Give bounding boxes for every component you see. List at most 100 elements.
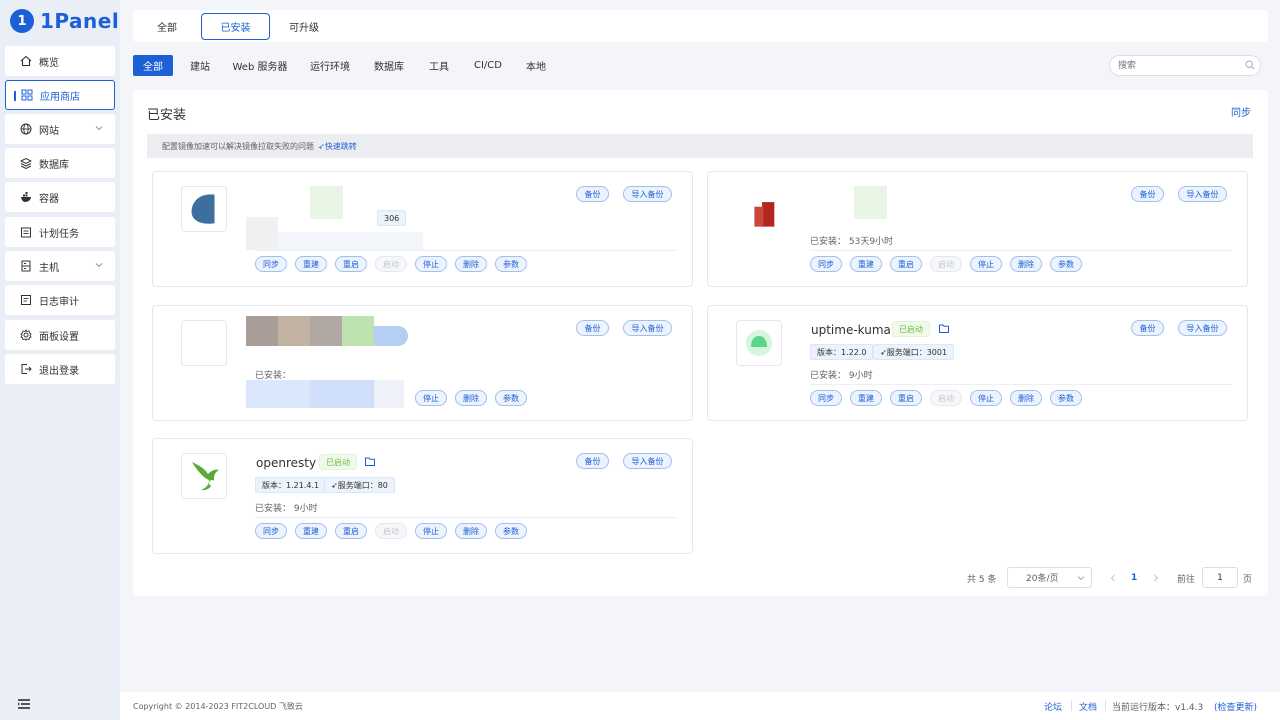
installed-time: 已安装： 53天9小时: [810, 237, 894, 247]
docs-link[interactable]: 文档: [1079, 700, 1097, 713]
card-divider: [810, 384, 1232, 385]
page-size-select[interactable]: 20条/页: [1007, 567, 1092, 588]
quick-jump-link[interactable]: ➶快速跳转: [318, 141, 357, 152]
status-badge: 已启动: [892, 321, 930, 337]
restart-button[interactable]: 重启: [890, 390, 922, 406]
sync-action-button[interactable]: 同步: [255, 523, 287, 539]
sidebar-item-database[interactable]: 数据库: [5, 148, 115, 178]
app-icon: [181, 320, 227, 366]
logo[interactable]: 1Panel: [10, 8, 119, 34]
copyright: Copyright © 2014-2023 FIT2CLOUD 飞致云: [133, 702, 303, 711]
check-update-link[interactable]: (检查更新): [1214, 700, 1257, 713]
search-icon[interactable]: [1245, 60, 1255, 73]
app-icon: [736, 186, 782, 232]
import-backup-button[interactable]: 导入备份: [623, 186, 672, 202]
backup-button[interactable]: 备份: [1131, 320, 1164, 336]
search-input[interactable]: [1109, 55, 1261, 76]
sidebar-item-logs[interactable]: 日志审计: [5, 285, 115, 315]
sidebar-item-label: 网站: [39, 125, 59, 137]
uptime-kuma-icon: [736, 320, 782, 366]
server-icon: [19, 259, 33, 273]
import-backup-button[interactable]: 导入备份: [1178, 186, 1227, 202]
stop-button[interactable]: 停止: [415, 390, 447, 406]
sync-action-button[interactable]: 同步: [255, 256, 287, 272]
stop-button[interactable]: 停止: [415, 256, 447, 272]
restart-button[interactable]: 重启: [335, 523, 367, 539]
start-button[interactable]: 启动: [375, 256, 407, 272]
sync-action-button[interactable]: 同步: [810, 256, 842, 272]
filter-web-server[interactable]: Web 服务器: [228, 55, 292, 76]
filter-cicd[interactable]: CI/CD: [467, 55, 509, 76]
params-button[interactable]: 参数: [1050, 256, 1082, 272]
footer-divider: [1071, 700, 1072, 711]
prev-page-icon[interactable]: [1109, 567, 1117, 589]
obscured-region: [310, 316, 342, 346]
filter-runtime[interactable]: 运行环境: [302, 55, 358, 76]
port-tag: ➶ 服务端口：3001: [873, 344, 955, 360]
goto-page-input[interactable]: [1202, 567, 1238, 588]
rebuild-button[interactable]: 重建: [850, 256, 882, 272]
sync-action-button[interactable]: 同步: [810, 390, 842, 406]
port-arrow-icon: ➶: [331, 480, 338, 490]
restart-button[interactable]: 重启: [335, 256, 367, 272]
filter-local[interactable]: 本地: [518, 55, 554, 76]
rebuild-button[interactable]: 重建: [850, 390, 882, 406]
delete-button[interactable]: 删除: [455, 390, 487, 406]
restart-button[interactable]: 重启: [890, 256, 922, 272]
obscured-region: [278, 316, 310, 346]
tab-all[interactable]: 全部: [143, 13, 191, 40]
delete-button[interactable]: 删除: [455, 256, 487, 272]
forum-link[interactable]: 论坛: [1044, 700, 1062, 713]
page-size-value: 20条/页: [1026, 574, 1059, 584]
filter-database[interactable]: 数据库: [366, 55, 412, 76]
rebuild-button[interactable]: 重建: [295, 256, 327, 272]
tab-installed[interactable]: 已安装: [201, 13, 270, 40]
page-number-current[interactable]: 1: [1131, 567, 1137, 589]
sidebar-item-overview[interactable]: 概览: [5, 46, 115, 76]
sidebar-item-label: 概览: [39, 57, 59, 69]
import-backup-button[interactable]: 导入备份: [1178, 320, 1227, 336]
stop-button[interactable]: 停止: [970, 256, 1002, 272]
rebuild-button[interactable]: 重建: [295, 523, 327, 539]
port-tag: 306: [377, 210, 407, 226]
backup-button[interactable]: 备份: [576, 453, 609, 469]
import-backup-button[interactable]: 导入备份: [623, 320, 672, 336]
stop-button[interactable]: 停止: [970, 390, 1002, 406]
start-button[interactable]: 启动: [930, 390, 962, 406]
sidebar-item-app-store[interactable]: 应用商店: [5, 80, 115, 110]
next-page-icon[interactable]: [1152, 567, 1160, 589]
delete-button[interactable]: 删除: [455, 523, 487, 539]
sync-button[interactable]: 同步: [1231, 104, 1251, 119]
params-button[interactable]: 参数: [495, 256, 527, 272]
delete-button[interactable]: 删除: [1010, 390, 1042, 406]
filter-website[interactable]: 建站: [180, 55, 220, 76]
tab-upgradable[interactable]: 可升级: [280, 13, 328, 40]
folder-icon[interactable]: [939, 324, 949, 336]
stop-button[interactable]: 停止: [415, 523, 447, 539]
footer: Copyright © 2014-2023 FIT2CLOUD 飞致云 论坛 文…: [120, 692, 1280, 720]
start-button[interactable]: 启动: [375, 523, 407, 539]
filter-tools[interactable]: 工具: [422, 55, 456, 76]
params-button[interactable]: 参数: [1050, 390, 1082, 406]
sidebar-item-websites[interactable]: 网站: [5, 114, 115, 144]
start-button[interactable]: 启动: [930, 256, 962, 272]
backup-button[interactable]: 备份: [1131, 186, 1164, 202]
delete-button[interactable]: 删除: [1010, 256, 1042, 272]
filter-all[interactable]: 全部: [133, 55, 173, 76]
sidebar-item-logout[interactable]: 退出登录: [5, 354, 115, 384]
pagination-total: 共 5 条: [967, 574, 997, 585]
menu-collapse-icon[interactable]: [17, 698, 31, 713]
sidebar-item-settings[interactable]: 面板设置: [5, 320, 115, 350]
version-text: 当前运行版本：v1.4.3: [1112, 703, 1204, 713]
sidebar-item-host[interactable]: 主机: [5, 251, 115, 281]
params-button[interactable]: 参数: [495, 523, 527, 539]
sidebar-item-cron[interactable]: 计划任务: [5, 217, 115, 247]
app-icon: [181, 186, 227, 232]
import-backup-button[interactable]: 导入备份: [623, 453, 672, 469]
sidebar-item-containers[interactable]: 容器: [5, 182, 115, 212]
backup-button[interactable]: 备份: [576, 186, 609, 202]
folder-icon[interactable]: [365, 457, 375, 469]
params-button[interactable]: 参数: [495, 390, 527, 406]
chevron-down-icon: [95, 124, 103, 135]
backup-button[interactable]: 备份: [576, 320, 609, 336]
